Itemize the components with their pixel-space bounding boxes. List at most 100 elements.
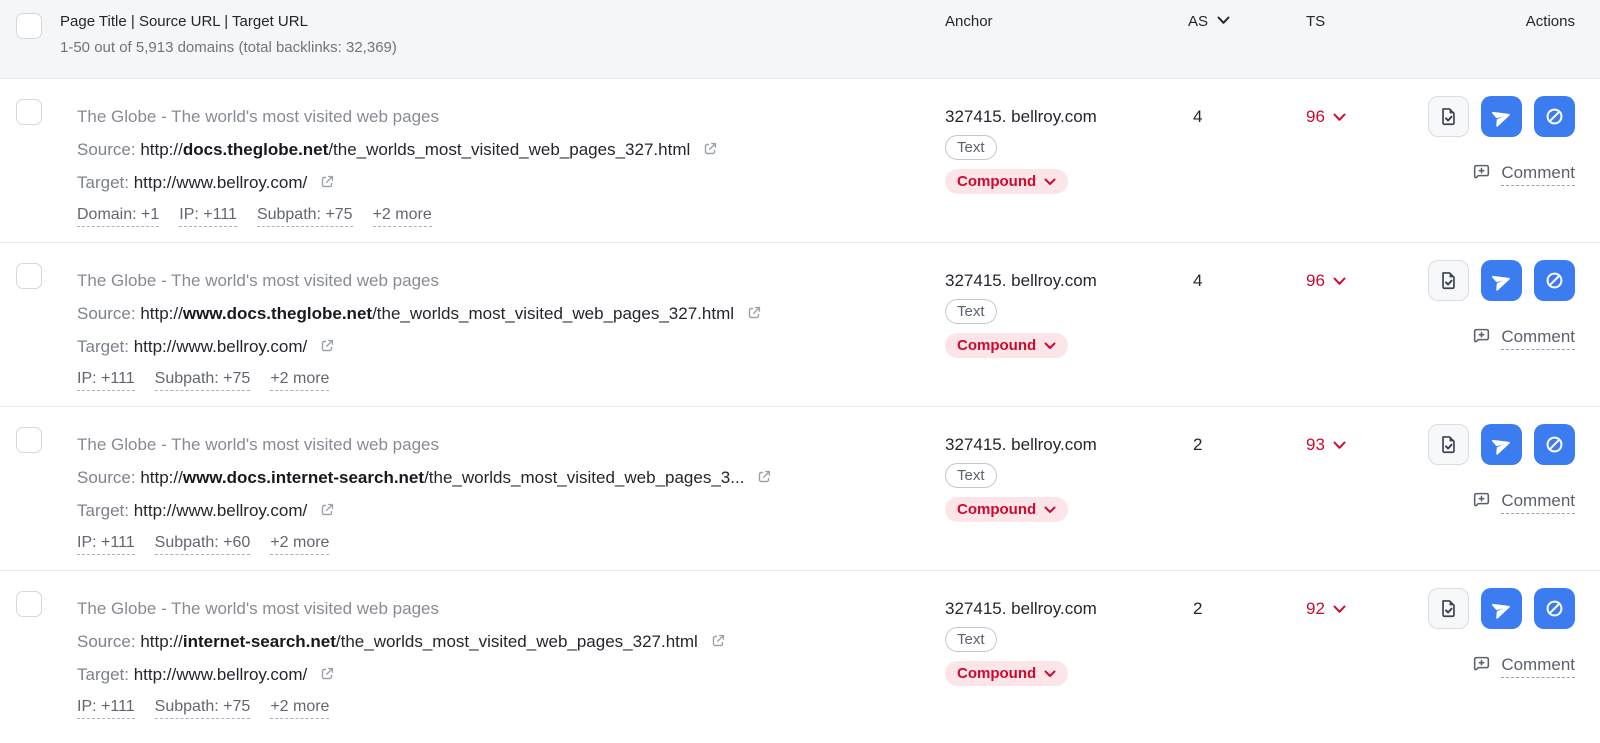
page-check-icon: [1438, 434, 1459, 455]
external-link-icon[interactable]: [319, 502, 335, 518]
chevron-down-icon: [1044, 342, 1056, 350]
actions-cell: Comment: [1418, 79, 1600, 242]
anchor-cell: 327415. bellroy.com Text Compound: [945, 407, 1188, 570]
tag-link[interactable]: IP: +111: [77, 531, 135, 555]
source-url-line: Source: http://internet-search.net/the_w…: [77, 625, 915, 658]
block-button[interactable]: [1534, 260, 1575, 301]
tag-link[interactable]: Subpath: +75: [155, 367, 251, 391]
anchor-type-badge: Text: [945, 299, 997, 324]
block-icon: [1544, 598, 1565, 619]
comment-plus-icon: [1471, 655, 1492, 676]
row-checkbox[interactable]: [16, 99, 42, 125]
block-icon: [1544, 106, 1565, 127]
block-button[interactable]: [1534, 424, 1575, 465]
tags: IP: +111 Subpath: +60 +2 more: [77, 531, 915, 555]
tags: Domain: +1 IP: +111 Subpath: +75 +2 more: [77, 203, 915, 227]
target-url-line: Target: http://www.bellroy.com/: [77, 494, 915, 527]
external-link-icon[interactable]: [319, 174, 335, 190]
comment-button[interactable]: Comment: [1418, 325, 1575, 350]
comment-button[interactable]: Comment: [1418, 653, 1575, 678]
comment-label: Comment: [1501, 489, 1575, 514]
external-link-icon[interactable]: [756, 469, 772, 485]
anchor-text: 327415. bellroy.com: [945, 592, 1188, 625]
page-title-source-target-cell: The Globe - The world's most visited web…: [60, 407, 945, 570]
chevron-down-icon: [1333, 113, 1346, 122]
target-url: http://www.bellroy.com/: [134, 173, 308, 192]
page-check-button[interactable]: [1428, 96, 1469, 137]
ts-score[interactable]: 96: [1298, 79, 1418, 242]
comment-plus-icon: [1471, 163, 1492, 184]
as-score: 2: [1188, 571, 1298, 735]
table-header: Page Title | Source URL | Target URL 1-5…: [0, 0, 1600, 79]
page-check-button[interactable]: [1428, 424, 1469, 465]
page-check-button[interactable]: [1428, 588, 1469, 629]
send-button[interactable]: [1481, 588, 1522, 629]
row-checkbox[interactable]: [16, 427, 42, 453]
external-link-icon[interactable]: [319, 666, 335, 682]
send-button[interactable]: [1481, 260, 1522, 301]
external-link-icon[interactable]: [746, 305, 762, 321]
tag-link[interactable]: +2 more: [270, 695, 329, 719]
target-url-line: Target: http://www.bellroy.com/: [77, 330, 915, 363]
tag-link[interactable]: Subpath: +60: [155, 531, 251, 555]
column-header-actions: Actions: [1418, 0, 1600, 78]
as-header-label: AS: [1188, 13, 1208, 30]
column-header-as[interactable]: AS: [1188, 0, 1298, 78]
row-checkbox-cell: [0, 79, 60, 242]
target-label: Target:: [77, 501, 134, 520]
tag-link[interactable]: +2 more: [270, 367, 329, 391]
page-check-icon: [1438, 270, 1459, 291]
tag-link[interactable]: Subpath: +75: [257, 203, 353, 227]
external-link-icon[interactable]: [710, 633, 726, 649]
send-button[interactable]: [1481, 96, 1522, 137]
page-check-icon: [1438, 598, 1459, 619]
page-title: The Globe - The world's most visited web…: [77, 592, 915, 625]
ts-score[interactable]: 93: [1298, 407, 1418, 570]
page-title-source-target-cell: The Globe - The world's most visited web…: [60, 79, 945, 242]
comment-button[interactable]: Comment: [1418, 161, 1575, 186]
tag-link[interactable]: IP: +111: [77, 695, 135, 719]
tag-link[interactable]: Domain: +1: [77, 203, 159, 227]
table-row: The Globe - The world's most visited web…: [0, 243, 1600, 407]
page-title: The Globe - The world's most visited web…: [77, 264, 915, 297]
send-button[interactable]: [1481, 424, 1522, 465]
page-check-button[interactable]: [1428, 260, 1469, 301]
action-buttons: [1418, 588, 1575, 629]
send-icon: [1489, 432, 1514, 457]
tag-link[interactable]: +2 more: [270, 531, 329, 555]
row-checkbox-cell: [0, 243, 60, 406]
ts-score-value: 96: [1306, 100, 1325, 133]
row-checkbox[interactable]: [16, 591, 42, 617]
block-button[interactable]: [1534, 96, 1575, 137]
source-label: Source:: [77, 632, 140, 651]
row-checkbox-cell: [0, 571, 60, 735]
source-label: Source:: [77, 140, 140, 159]
compound-badge-wrap: Compound: [945, 497, 1188, 522]
select-all-checkbox[interactable]: [16, 13, 42, 39]
chevron-down-icon: [1217, 16, 1230, 25]
compound-badge[interactable]: Compound: [945, 333, 1068, 358]
compound-badge[interactable]: Compound: [945, 661, 1068, 686]
chevron-down-icon: [1333, 441, 1346, 450]
target-label: Target:: [77, 173, 134, 192]
external-link-icon[interactable]: [702, 141, 718, 157]
chevron-down-icon: [1044, 670, 1056, 678]
page-title: The Globe - The world's most visited web…: [77, 428, 915, 461]
anchor-type-badge-wrap: Text: [945, 299, 1188, 324]
results-count: 1-50 out of 5,913 domains (total backlin…: [60, 39, 945, 56]
ts-score[interactable]: 96: [1298, 243, 1418, 406]
compound-badge[interactable]: Compound: [945, 169, 1068, 194]
ts-score[interactable]: 92: [1298, 571, 1418, 735]
tag-link[interactable]: IP: +111: [77, 367, 135, 391]
tag-link[interactable]: +2 more: [373, 203, 432, 227]
chevron-down-icon: [1044, 178, 1056, 186]
tag-link[interactable]: Subpath: +75: [155, 695, 251, 719]
actions-cell: Comment: [1418, 407, 1600, 570]
block-button[interactable]: [1534, 588, 1575, 629]
tag-link[interactable]: IP: +111: [179, 203, 237, 227]
external-link-icon[interactable]: [319, 338, 335, 354]
row-checkbox[interactable]: [16, 263, 42, 289]
page-title-source-target-cell: The Globe - The world's most visited web…: [60, 243, 945, 406]
comment-button[interactable]: Comment: [1418, 489, 1575, 514]
compound-badge[interactable]: Compound: [945, 497, 1068, 522]
